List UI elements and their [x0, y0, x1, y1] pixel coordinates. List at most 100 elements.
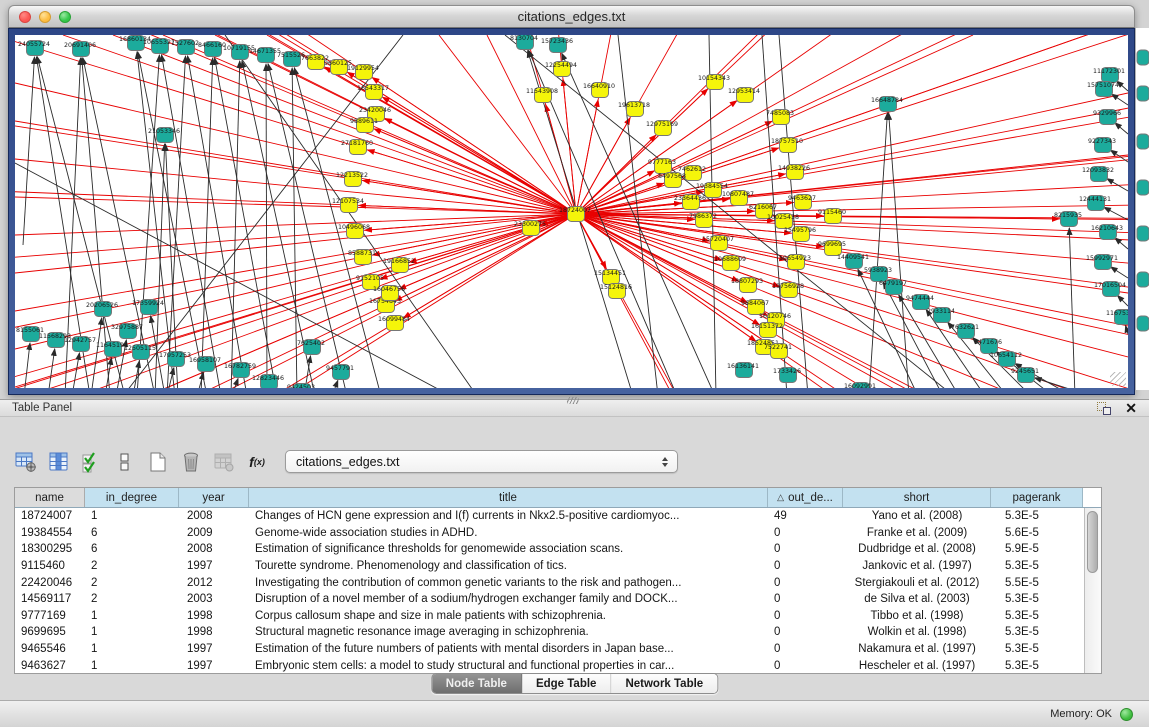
- tab-node-table[interactable]: Node Table: [432, 674, 522, 693]
- graph-node[interactable]: 12942757: [64, 337, 96, 352]
- table-row[interactable]: 1456911722003Disruption of a novel membe…: [15, 591, 1101, 608]
- column-header-in_degree[interactable]: in_degree: [85, 488, 179, 507]
- graph-node[interactable]: 15124816: [600, 284, 632, 299]
- graph-node[interactable]: 8466160: [198, 42, 226, 57]
- table-cell: 5.3E-5: [991, 510, 1083, 522]
- delete-column-icon[interactable]: [179, 450, 203, 474]
- row-cells-icon[interactable]: [113, 450, 137, 474]
- column-header-pagerank[interactable]: pagerank: [991, 488, 1083, 507]
- graph-node[interactable]: 9227343: [1088, 138, 1116, 153]
- svg-text:8466160: 8466160: [198, 42, 226, 49]
- tab-edge-table[interactable]: Edge Table: [522, 674, 612, 693]
- graph-node[interactable]: 16543317: [357, 85, 389, 100]
- graph-node[interactable]: 1527602: [171, 40, 199, 55]
- table-cell: 0: [768, 560, 843, 572]
- table-row[interactable]: 911546021997Tourette syndrome. Phenomeno…: [15, 558, 1101, 575]
- graph-node[interactable]: 8497568: [658, 173, 686, 188]
- graph-node[interactable]: 16099484: [378, 316, 410, 331]
- graph-node[interactable]: 2933114: [927, 308, 955, 323]
- table-cell: Investigating the contribution of common…: [249, 577, 768, 589]
- status-bar: Memory: OK: [0, 700, 1149, 727]
- table-row[interactable]: 1872400712008Changes of HCN gene express…: [15, 508, 1101, 525]
- table-row[interactable]: 946362711997Embryonic stem cells: a mode…: [15, 657, 1101, 673]
- table-cell: 0: [768, 626, 843, 638]
- table-row[interactable]: 2242004622012Investigating the contribut…: [15, 574, 1101, 591]
- window-titlebar[interactable]: citations_edges.txt: [8, 5, 1135, 28]
- citation-network-graph[interactable]: 1872400712254494115439081664091019613718…: [15, 35, 1128, 388]
- graph-node[interactable]: 9889611: [350, 118, 378, 133]
- graph-node[interactable]: 9457791: [326, 365, 354, 380]
- graph-node[interactable]: 10654112: [990, 352, 1022, 367]
- graph-node[interactable]: 16092991: [844, 383, 876, 389]
- graph-node[interactable]: 7515526: [277, 52, 305, 67]
- svg-text:10154343: 10154343: [698, 75, 730, 82]
- graph-node[interactable]: 15495796: [784, 227, 816, 242]
- select-all-icon[interactable]: [80, 450, 104, 474]
- graph-node[interactable]: 18757510: [771, 138, 803, 153]
- column-header-title[interactable]: title: [249, 488, 768, 507]
- create-column-icon[interactable]: [146, 450, 170, 474]
- graph-node[interactable]: 10688609: [714, 256, 746, 271]
- graph-node[interactable]: 12953414: [728, 88, 760, 103]
- graph-node[interactable]: 17957253: [159, 352, 191, 367]
- table-row[interactable]: 977716911998Corpus callosum shape and si…: [15, 608, 1101, 625]
- table-panel-title: Table Panel: [12, 402, 72, 414]
- vertical-scrollbar[interactable]: [1084, 508, 1101, 673]
- graph-node[interactable]: 7625402: [297, 340, 325, 355]
- graph-node[interactable]: 12093832: [1082, 167, 1114, 182]
- table-cell: 18300295: [15, 543, 85, 555]
- graph-node[interactable]: 12975169: [646, 121, 678, 136]
- pane-splitter-handle[interactable]: [567, 397, 579, 404]
- graph-node[interactable]: 20206526: [86, 302, 118, 317]
- table-row[interactable]: 969969511998Structural magnetic resonanc…: [15, 624, 1101, 641]
- column-header-name[interactable]: name: [15, 488, 85, 507]
- graph-node-fragment: [1137, 226, 1149, 241]
- graph-node[interactable]: 32975887: [111, 324, 143, 339]
- graph-node[interactable]: 15723436: [541, 38, 573, 53]
- graph-node[interactable]: 19613718: [618, 102, 650, 117]
- graph-node[interactable]: 11172301: [1093, 68, 1125, 83]
- graph-node[interactable]: 20691406: [64, 42, 96, 57]
- graph-node[interactable]: 6479197: [879, 280, 907, 295]
- svg-text:12823446: 12823446: [252, 375, 284, 382]
- table-cell: de Silva et al. (2003): [843, 593, 991, 605]
- graph-node[interactable]: 15134451: [594, 270, 626, 285]
- close-panel-icon[interactable]: ✕: [1125, 399, 1137, 417]
- graph-node[interactable]: 12823446: [252, 375, 284, 389]
- graph-node[interactable]: 11543908: [526, 88, 558, 103]
- svg-text:7632621: 7632621: [951, 324, 979, 331]
- graph-node[interactable]: 10154343: [698, 75, 730, 90]
- graph-node[interactable]: 8588731: [348, 250, 376, 265]
- window-title: citations_edges.txt: [9, 9, 1134, 24]
- svg-text:16136141: 16136141: [727, 363, 759, 370]
- graph-node[interactable]: 16640910: [583, 83, 615, 98]
- table-row[interactable]: 1938455462009Genome-wide association stu…: [15, 525, 1101, 542]
- function-builder-icon[interactable]: f(x): [245, 450, 269, 474]
- graph-node[interactable]: 9424503: [287, 384, 315, 389]
- window-resize-grip[interactable]: [1110, 372, 1126, 386]
- graph-node[interactable]: 18807293: [731, 278, 763, 293]
- graph-node[interactable]: 15751074: [1087, 82, 1119, 97]
- graph-node[interactable]: 12254494: [545, 62, 577, 77]
- graph-node[interactable]: 16136141: [727, 363, 759, 378]
- table-row[interactable]: 1830029562008Estimation of significance …: [15, 541, 1101, 558]
- float-panel-icon[interactable]: [1097, 402, 1111, 415]
- network-view-canvas[interactable]: 1872400712254494115439081664091019613718…: [15, 35, 1128, 388]
- graph-node[interactable]: 27181760: [341, 140, 373, 155]
- graph-node[interactable]: 1733426: [773, 368, 801, 383]
- table-mode-icon[interactable]: [14, 450, 38, 474]
- column-header-out_de[interactable]: △out_de...: [768, 488, 843, 507]
- graph-node[interactable]: 19654923: [779, 255, 811, 270]
- show-columns-icon[interactable]: [47, 450, 71, 474]
- table-source-dropdown[interactable]: citations_edges.txt: [285, 450, 678, 473]
- table-cell: Nakamura et al. (1997): [843, 643, 991, 655]
- scrollbar-thumb[interactable]: [1087, 511, 1098, 573]
- table-row[interactable]: 946554611997Estimation of the future num…: [15, 641, 1101, 658]
- column-header-short[interactable]: short: [843, 488, 991, 507]
- graph-node-fragment: [1137, 180, 1149, 195]
- table-cell: Genome-wide association studies in ADHD.: [249, 527, 768, 539]
- graph-node[interactable]: 24055724: [18, 41, 50, 56]
- tab-network-table[interactable]: Network Table: [611, 674, 717, 693]
- graph-node[interactable]: 14938226: [778, 165, 810, 180]
- column-header-year[interactable]: year: [179, 488, 249, 507]
